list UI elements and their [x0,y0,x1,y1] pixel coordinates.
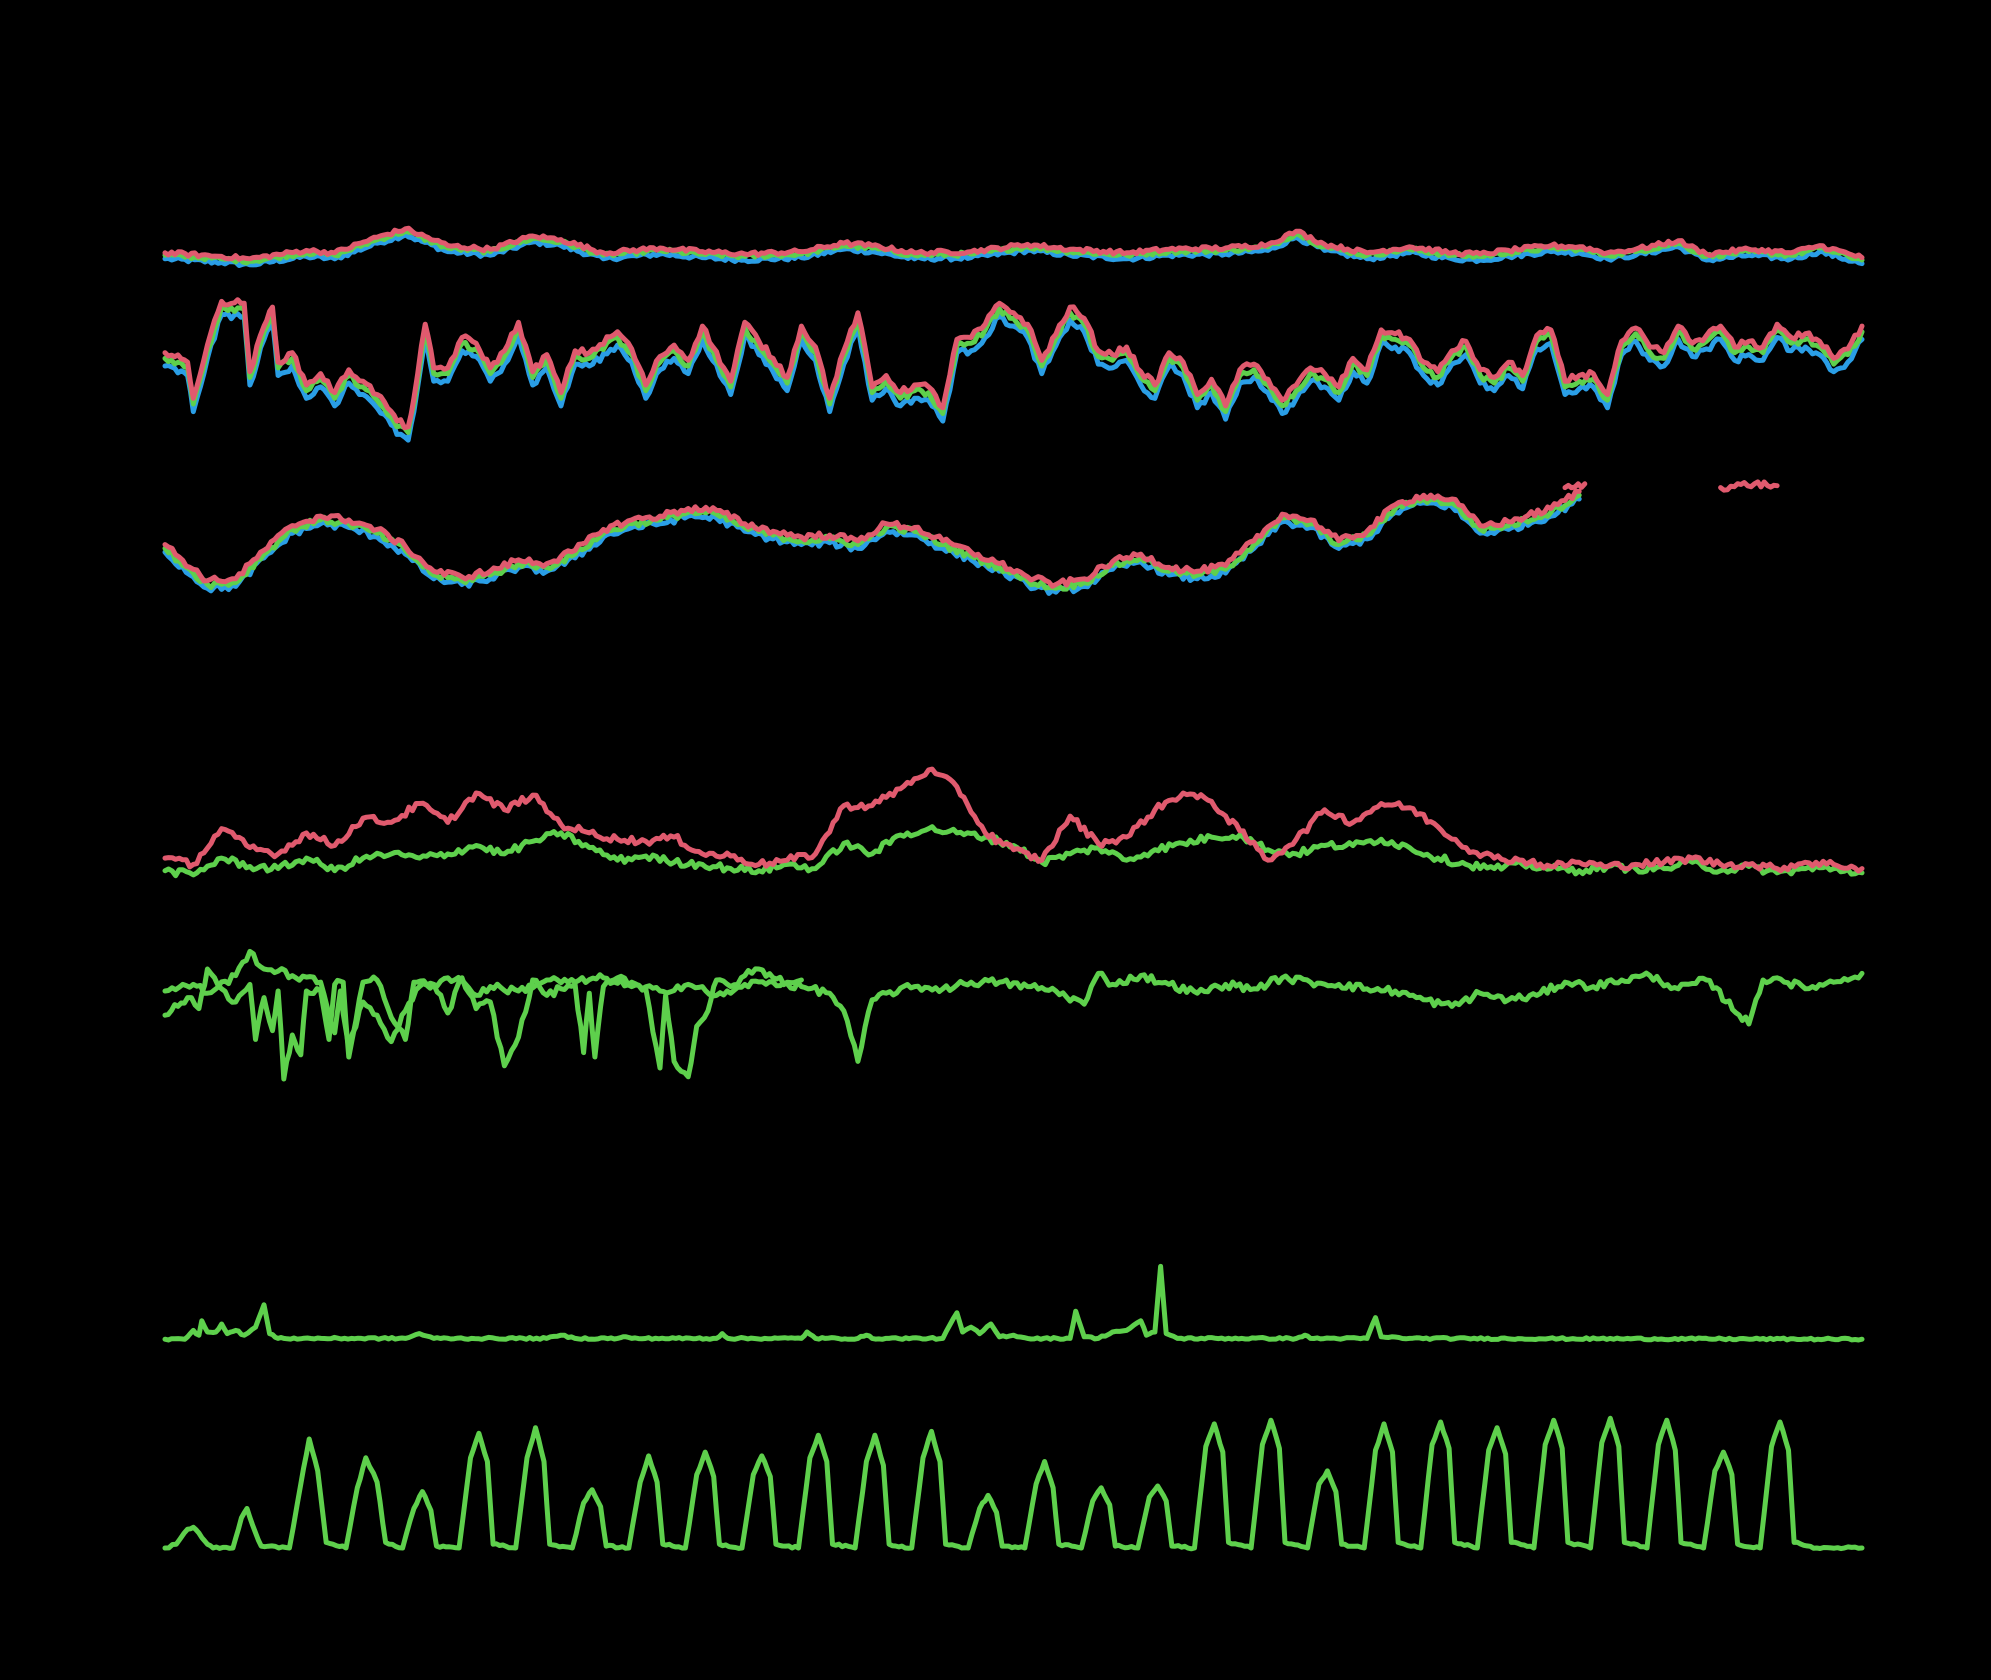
panel-7-green-trace-1 [162,1415,1865,1552]
chart-area [0,0,1991,1680]
panel-3-red-trace-5 [1718,479,1780,493]
panel-3-green-trace-2 [162,492,1582,592]
panel-1 [162,225,1865,268]
panel-3-blue-trace-1 [162,495,1582,596]
panel-6 [162,1263,1865,1343]
panel-3 [162,479,1780,596]
panel-2 [162,297,1865,443]
multi-panel-line-chart [162,225,1865,1552]
panel-4 [162,766,1865,879]
panel-5-green-trace-1 [162,948,1865,1064]
panel-5 [162,948,1865,1082]
panel-3-red-trace-4 [1562,481,1588,491]
panel-7 [162,1415,1865,1552]
panel-6-green-trace-1 [162,1263,1865,1343]
panel-5-green-trace-2 [162,966,804,1082]
